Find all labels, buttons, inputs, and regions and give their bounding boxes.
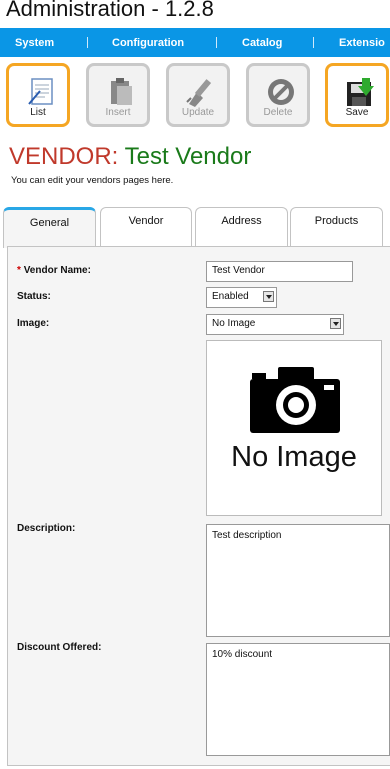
image-label: Image: xyxy=(17,318,50,329)
image-select[interactable]: No Image xyxy=(206,314,344,335)
page-subtitle: You can edit your vendors pages here. xyxy=(11,175,174,186)
delete-icon xyxy=(268,79,294,105)
image-preview: No Image xyxy=(206,340,382,516)
menu-separator xyxy=(313,37,314,48)
no-image-text: No Image xyxy=(231,441,357,473)
description-label: Description: xyxy=(17,523,76,534)
tab-products-label: Products xyxy=(314,215,359,227)
chevron-down-icon xyxy=(263,291,274,302)
menu-configuration[interactable]: Configuration xyxy=(112,37,184,49)
discount-label: Discount Offered: xyxy=(17,642,102,653)
vendor-name-label: * Vendor Name: xyxy=(17,265,91,276)
tab-address-label: Address xyxy=(221,215,262,227)
update-icon xyxy=(186,79,212,107)
tab-general[interactable]: General xyxy=(3,207,96,248)
menu-catalog[interactable]: Catalog xyxy=(242,37,282,49)
tab-address[interactable]: Address xyxy=(195,207,288,247)
delete-label: Delete xyxy=(263,107,293,118)
vendor-name-label-text: Vendor Name: xyxy=(23,265,91,276)
save-label: Save xyxy=(345,107,369,118)
description-textarea[interactable]: Test description xyxy=(206,524,390,637)
tab-general-label: General xyxy=(29,217,70,229)
status-label: Status: xyxy=(17,291,51,302)
status-select[interactable]: Enabled xyxy=(206,287,277,308)
page-title: VENDOR: Test Vendor xyxy=(9,143,251,171)
insert-label: Insert xyxy=(105,107,131,118)
menu-system[interactable]: System xyxy=(15,37,54,49)
chevron-down-icon xyxy=(330,318,341,329)
tab-products[interactable]: Products xyxy=(290,207,383,247)
vendor-name-input[interactable]: Test Vendor xyxy=(206,261,353,282)
app-title: Administration - 1.2.8 xyxy=(6,0,214,21)
delete-button[interactable]: Delete xyxy=(246,63,310,127)
list-button[interactable]: List xyxy=(6,63,70,127)
discount-textarea[interactable]: 10% discount xyxy=(206,643,390,756)
menu-separator xyxy=(216,37,217,48)
camera-icon xyxy=(250,367,340,433)
save-button[interactable]: Save xyxy=(325,63,389,127)
save-icon xyxy=(347,78,374,106)
image-select-value: No Image xyxy=(212,318,256,329)
status-select-value: Enabled xyxy=(212,291,249,302)
menu-extensions[interactable]: Extensio xyxy=(339,37,385,49)
update-button[interactable]: Update xyxy=(166,63,230,127)
update-label: Update xyxy=(181,107,215,118)
page-title-vendor: Test Vendor xyxy=(124,143,252,170)
page-title-prefix: VENDOR: xyxy=(9,143,119,170)
required-marker: * xyxy=(17,265,21,276)
list-icon xyxy=(28,78,53,105)
list-label: List xyxy=(30,107,46,118)
main-menu: System Configuration Catalog Extensio xyxy=(0,28,390,57)
insert-button[interactable]: Insert xyxy=(86,63,150,127)
tab-vendor[interactable]: Vendor xyxy=(100,207,192,247)
menu-separator xyxy=(87,37,88,48)
tab-vendor-label: Vendor xyxy=(128,215,164,227)
insert-icon xyxy=(111,78,132,105)
